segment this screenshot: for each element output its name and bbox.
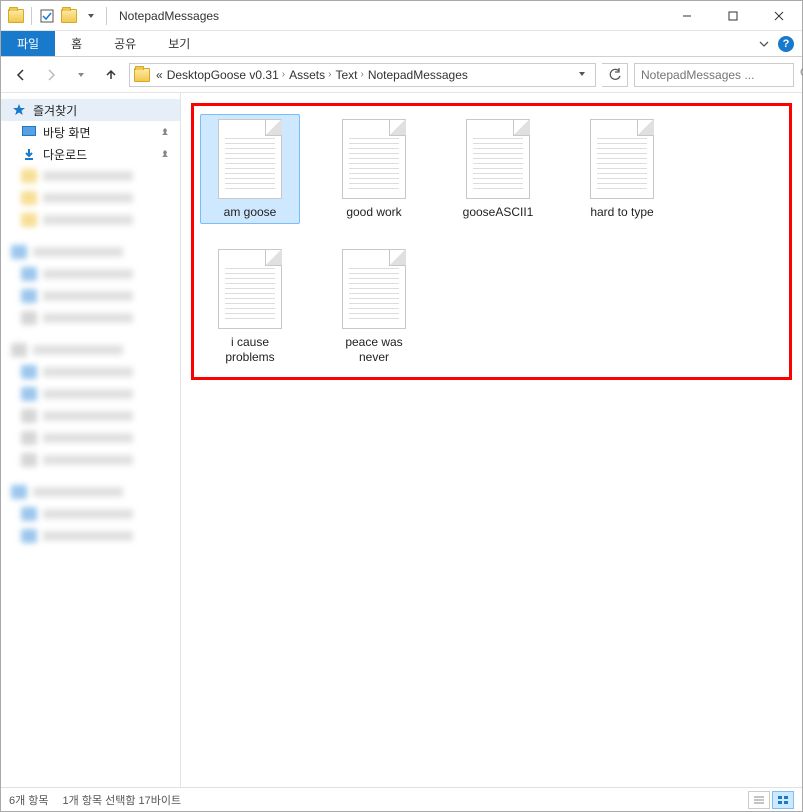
separator xyxy=(31,7,32,25)
text-file-icon xyxy=(590,119,654,199)
quick-access-toolbar xyxy=(1,7,109,25)
text-file-icon xyxy=(218,119,282,199)
file-label: hard to type xyxy=(577,205,667,219)
sidebar-label: 바탕 화면 xyxy=(43,124,91,141)
text-file-icon xyxy=(342,119,406,199)
chevron-right-icon: › xyxy=(328,69,331,80)
view-details-button[interactable] xyxy=(748,791,770,809)
title-bar: NotepadMessages xyxy=(1,1,802,31)
view-icons-button[interactable] xyxy=(772,791,794,809)
sidebar-item-blurred[interactable] xyxy=(1,449,180,471)
tab-home[interactable]: 홈 xyxy=(55,31,98,56)
back-button[interactable] xyxy=(9,63,33,87)
sidebar-item-blurred[interactable] xyxy=(1,209,180,231)
sidebar-item-blurred[interactable] xyxy=(1,361,180,383)
download-icon xyxy=(21,146,37,162)
text-file-icon xyxy=(466,119,530,199)
sidebar-group-blurred[interactable] xyxy=(1,241,180,263)
file-list-pane[interactable]: am goose good work gooseASCII1 hard to type… xyxy=(181,93,802,787)
window-controls xyxy=(664,1,802,31)
sidebar-group-blurred[interactable] xyxy=(1,481,180,503)
window-title: NotepadMessages xyxy=(119,9,219,23)
navigation-pane[interactable]: 즐겨찾기 바탕 화면 다운로드 xyxy=(1,93,181,787)
chevron-right-icon: › xyxy=(360,69,363,80)
folder-icon-small[interactable] xyxy=(60,7,78,25)
sidebar-group-blurred[interactable] xyxy=(1,339,180,361)
status-bar: 6개 항목 1개 항목 선택함 17바이트 xyxy=(1,787,802,811)
breadcrumb-item[interactable]: DesktopGoose v0.31› xyxy=(167,68,285,82)
tab-file[interactable]: 파일 xyxy=(1,31,55,56)
status-item-count: 6개 항목 xyxy=(9,792,49,808)
close-button[interactable] xyxy=(756,1,802,31)
search-input[interactable] xyxy=(641,68,796,82)
refresh-button[interactable] xyxy=(602,63,628,87)
file-label: gooseASCII1 xyxy=(453,205,543,219)
breadcrumb: « DesktopGoose v0.31› Assets› Text› Note… xyxy=(156,68,468,82)
maximize-button[interactable] xyxy=(710,1,756,31)
help-icon[interactable]: ? xyxy=(778,36,794,52)
file-item[interactable]: hard to type xyxy=(572,114,672,224)
folder-icon xyxy=(7,7,25,25)
file-item[interactable]: gooseASCII1 xyxy=(448,114,548,224)
sidebar-quick-access[interactable]: 즐겨찾기 xyxy=(1,99,180,121)
up-button[interactable] xyxy=(99,63,123,87)
search-box[interactable] xyxy=(634,63,794,87)
ribbon-tabs: 파일 홈 공유 보기 ? xyxy=(1,31,802,57)
tab-share[interactable]: 공유 xyxy=(98,31,152,56)
chevron-right-icon: › xyxy=(282,69,285,80)
file-label: am goose xyxy=(205,205,295,219)
explorer-body: 즐겨찾기 바탕 화면 다운로드 xyxy=(1,93,802,787)
forward-button[interactable] xyxy=(39,63,63,87)
sidebar-item-desktop[interactable]: 바탕 화면 xyxy=(1,121,180,143)
sidebar-item-downloads[interactable]: 다운로드 xyxy=(1,143,180,165)
breadcrumb-item[interactable]: Assets› xyxy=(289,68,331,82)
file-item[interactable]: am goose xyxy=(200,114,300,224)
file-item[interactable]: i cause problems xyxy=(200,244,300,369)
minimize-button[interactable] xyxy=(664,1,710,31)
file-item[interactable]: good work xyxy=(324,114,424,224)
file-label: i cause problems xyxy=(205,335,295,364)
file-label: good work xyxy=(329,205,419,219)
sidebar-item-blurred[interactable] xyxy=(1,427,180,449)
annotation-highlight: am goose good work gooseASCII1 hard to type… xyxy=(191,103,792,380)
separator xyxy=(106,7,107,25)
file-item[interactable]: peace was never xyxy=(324,244,424,369)
sidebar-item-blurred[interactable] xyxy=(1,503,180,525)
sidebar-item-blurred[interactable] xyxy=(1,187,180,209)
tab-view[interactable]: 보기 xyxy=(152,31,206,56)
text-file-icon xyxy=(342,249,406,329)
breadcrumb-item[interactable]: Text› xyxy=(335,68,363,82)
sidebar-item-blurred[interactable] xyxy=(1,383,180,405)
breadcrumb-item[interactable]: NotepadMessages xyxy=(368,68,468,82)
navigation-bar: « DesktopGoose v0.31› Assets› Text› Note… xyxy=(1,57,802,93)
sidebar-label: 다운로드 xyxy=(43,146,87,163)
address-bar[interactable]: « DesktopGoose v0.31› Assets› Text› Note… xyxy=(129,63,596,87)
recent-dropdown-icon[interactable] xyxy=(69,63,93,87)
sidebar-item-blurred[interactable] xyxy=(1,263,180,285)
text-file-icon xyxy=(218,249,282,329)
file-label: peace was never xyxy=(329,335,419,364)
pin-icon xyxy=(160,127,170,137)
properties-icon[interactable] xyxy=(38,7,56,25)
sidebar-item-blurred[interactable] xyxy=(1,165,180,187)
star-icon xyxy=(11,102,27,118)
desktop-icon xyxy=(21,124,37,140)
qat-dropdown-icon[interactable] xyxy=(82,7,100,25)
status-selection: 1개 항목 선택함 17바이트 xyxy=(63,792,182,808)
sidebar-item-blurred[interactable] xyxy=(1,307,180,329)
sidebar-item-blurred[interactable] xyxy=(1,285,180,307)
folder-icon xyxy=(134,67,150,83)
sidebar-item-blurred[interactable] xyxy=(1,525,180,547)
address-dropdown-icon[interactable] xyxy=(573,68,591,82)
sidebar-item-blurred[interactable] xyxy=(1,405,180,427)
pin-icon xyxy=(160,149,170,159)
sidebar-label: 즐겨찾기 xyxy=(33,102,77,119)
breadcrumb-prefix: « xyxy=(156,68,163,82)
ribbon-expand-icon[interactable] xyxy=(758,38,770,50)
